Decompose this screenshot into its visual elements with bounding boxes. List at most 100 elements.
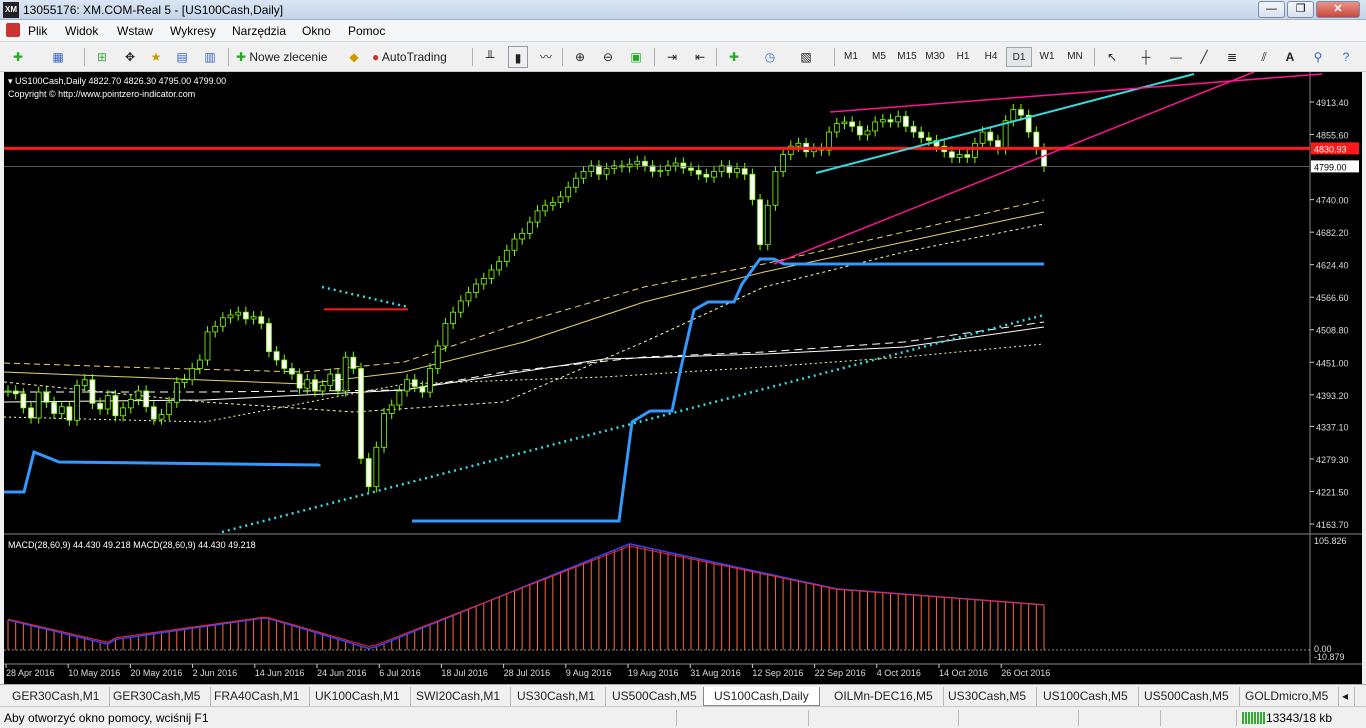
timeframe-m1[interactable]: M1 — [838, 47, 864, 67]
chart-tab[interactable]: GER30Cash,M1 — [2, 687, 111, 706]
candle-body — [672, 162, 679, 167]
date-axis-label: 31 Aug 2016 — [690, 668, 741, 678]
timeframe-m30[interactable]: M30 — [922, 47, 948, 67]
close-button[interactable]: ✕ — [1316, 1, 1360, 18]
menu-wykresy[interactable]: Wykresy — [170, 24, 216, 38]
chart-tab[interactable]: US500Cash,M5 — [602, 687, 708, 706]
candle-body — [74, 384, 80, 421]
timeframe-h1[interactable]: H1 — [950, 47, 976, 67]
tile-windows-icon[interactable]: ▣ — [626, 46, 646, 68]
date-axis-label: 10 May 2016 — [68, 668, 120, 678]
market-watch-icon[interactable]: ⊞ — [92, 46, 112, 68]
chart-tab[interactable]: US30Cash,M5 — [938, 687, 1038, 706]
menu-narzedzia[interactable]: Narzędzia — [232, 24, 286, 38]
date-axis-label: 4 Oct 2016 — [877, 668, 921, 678]
candle-body — [565, 186, 572, 198]
timeframe-w1[interactable]: W1 — [1034, 47, 1060, 67]
new-order-button[interactable]: ✚ Nowe zlecenie — [236, 46, 338, 68]
channel-icon[interactable]: ⫽ — [1254, 46, 1274, 68]
indicators-icon[interactable]: ✚ — [724, 46, 744, 68]
chart-tab[interactable]: US30Cash,M1 — [507, 687, 607, 706]
candle-body — [212, 325, 219, 333]
auto-scroll-icon[interactable]: ⇥ — [662, 46, 682, 68]
toolbar: ✚ ▦ ⊞ ✥ ★ ▤ ▥ ✚ Nowe zlecenie ◆ ● AutoTr… — [0, 42, 1366, 72]
text-tool-icon[interactable]: A — [1280, 46, 1300, 68]
timeframe-mn[interactable]: MN — [1062, 47, 1088, 67]
timeframe-m5[interactable]: M5 — [866, 47, 892, 67]
price-axis-label: 4682.20 — [1316, 228, 1349, 238]
candle-body — [642, 160, 648, 167]
terminal-icon[interactable]: ▤ — [172, 46, 192, 68]
chart-tab[interactable]: GOLDmicro,M5 — [1235, 687, 1340, 706]
chart-tab[interactable]: US500Cash,M5 — [1134, 687, 1240, 706]
periods-icon[interactable]: ◷ — [760, 46, 780, 68]
crosshair-icon[interactable]: ┼ — [1136, 46, 1156, 68]
candle-body — [327, 373, 334, 386]
bar-chart-icon[interactable]: ╨ — [480, 46, 500, 68]
chart-tab[interactable]: US100Cash,M5 — [1033, 687, 1139, 706]
timeframe-d1[interactable]: D1 — [1006, 47, 1032, 67]
candle-body — [281, 359, 288, 369]
moving-average-line — [4, 449, 321, 494]
tab-scroll-left-icon[interactable]: ◂ — [1336, 687, 1356, 706]
chart-tab[interactable]: UK100Cash,M1 — [305, 687, 411, 706]
tester-icon[interactable]: ▥ — [200, 46, 220, 68]
chart-tab[interactable]: SWI20Cash,M1 — [406, 687, 512, 706]
chart-tab[interactable]: OILMn-DEC16,M5 — [824, 687, 944, 706]
candle-body — [266, 323, 272, 352]
candle-body — [887, 119, 894, 123]
date-axis-label: 14 Oct 2016 — [939, 668, 988, 678]
candle-body — [28, 407, 34, 419]
minimize-button[interactable]: — — [1258, 1, 1285, 18]
chart-window-icon[interactable] — [6, 23, 20, 37]
templates-icon[interactable]: ▧ — [796, 46, 816, 68]
candlestick-icon[interactable]: ▮ — [508, 46, 528, 68]
cursor-icon[interactable]: ↖ — [1102, 46, 1122, 68]
zoom-out-icon[interactable]: ⊖ — [598, 46, 618, 68]
candle-body — [388, 404, 395, 414]
candle-body — [196, 359, 203, 369]
price-axis-label: 4221.50 — [1316, 487, 1349, 497]
navigator-icon[interactable]: ★ — [146, 46, 166, 68]
autotrading-button[interactable]: ● AutoTrading — [372, 46, 464, 68]
line-chart-icon[interactable]: 〰 — [536, 46, 556, 68]
restore-button[interactable]: ❐ — [1287, 1, 1314, 18]
profiles-icon[interactable]: ▦ — [48, 46, 68, 68]
candle-body — [964, 154, 971, 158]
metaeditor-icon[interactable]: ◆ — [344, 46, 364, 68]
menu-okno[interactable]: Okno — [302, 24, 331, 38]
data-window-icon[interactable]: ✥ — [120, 46, 140, 68]
candle-body — [925, 137, 932, 141]
candle-body — [204, 331, 211, 361]
trendline-icon[interactable]: ╱ — [1194, 46, 1214, 68]
chart-tab[interactable]: US100Cash,Daily — [703, 687, 820, 706]
menu-widok[interactable]: Widok — [65, 24, 98, 38]
chart-tab[interactable]: GER30Cash,M5 — [103, 687, 212, 706]
candle-body — [219, 317, 226, 327]
menu-pomoc[interactable]: Pomoc — [348, 24, 385, 38]
chart-symbol-header: ▾ US100Cash,Daily 4822.70 4826.30 4795.0… — [8, 76, 226, 86]
fibonacci-icon[interactable]: ≣ — [1222, 46, 1242, 68]
search-icon[interactable]: ⚲ — [1308, 46, 1328, 68]
price-chart[interactable]: 4913.40 4855.60 4740.00 4682.20 4624.40 4566.… — [3, 71, 1362, 684]
new-chart-icon[interactable]: ✚ — [8, 46, 28, 68]
price-axis-label: 4163.70 — [1316, 520, 1349, 530]
moving-average-line — [7, 543, 1045, 650]
xm-logo-icon: XM — [3, 2, 19, 18]
chart-tab[interactable]: FRA40Cash,M1 — [204, 687, 311, 706]
zoom-in-icon[interactable]: ⊕ — [570, 46, 590, 68]
candle-body — [956, 154, 963, 158]
candle-body — [918, 131, 925, 139]
help-icon[interactable]: ? — [1336, 46, 1356, 68]
chart-canvas[interactable]: 4913.40 4855.60 4740.00 4682.20 4624.40 4566.… — [3, 71, 1362, 684]
menu-wstaw[interactable]: Wstaw — [117, 24, 153, 38]
chart-shift-icon[interactable]: ⇤ — [690, 46, 710, 68]
candle-body — [143, 390, 150, 408]
new-order-icon: ✚ — [236, 50, 250, 64]
timeframe-h4[interactable]: H4 — [978, 47, 1004, 67]
horizontal-line-icon[interactable]: — — [1166, 46, 1186, 68]
moving-average-line — [3, 223, 1045, 413]
candle-body — [189, 368, 196, 381]
menu-plik[interactable]: Plik — [28, 24, 47, 38]
timeframe-m15[interactable]: M15 — [894, 47, 920, 67]
